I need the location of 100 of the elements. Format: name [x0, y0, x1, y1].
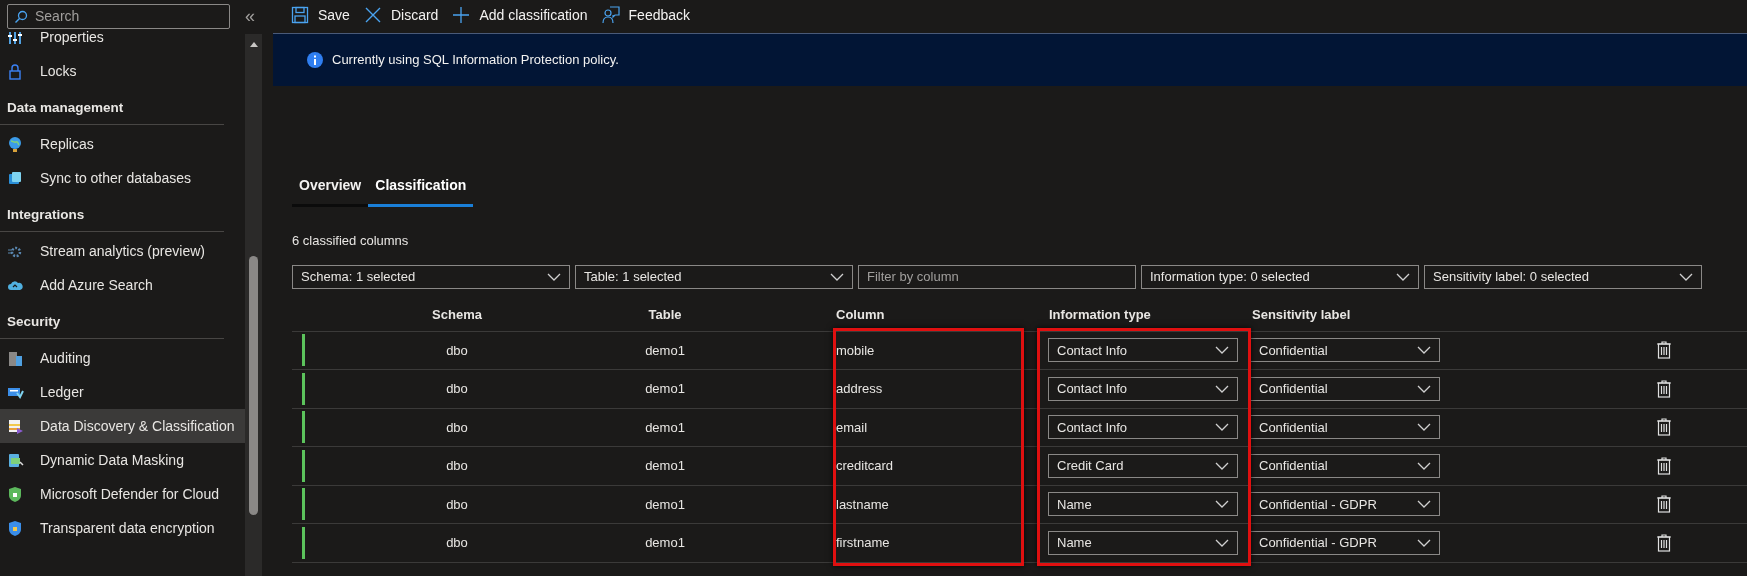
- sidebar-item[interactable]: Dynamic Data Masking: [0, 443, 245, 477]
- column-header: Information type: [1048, 305, 1152, 324]
- toolbar-button[interactable]: Add classification: [452, 4, 588, 26]
- table-cell-text: demo1: [644, 418, 686, 437]
- section-header: Integrations: [7, 205, 85, 224]
- delete-icon[interactable]: [1657, 379, 1671, 398]
- toolbar-button[interactable]: Discard: [363, 4, 439, 26]
- chevron-down-icon: [1215, 500, 1229, 509]
- sidebar-item[interactable]: Ledger: [0, 375, 245, 409]
- chevron-down-icon: [1417, 500, 1431, 509]
- section-header: Data management: [7, 98, 124, 117]
- table-icon: [7, 417, 24, 435]
- table-cell-text: dbo: [445, 341, 469, 360]
- filter-dropdown[interactable]: Sensitivity label: 0 selected: [1424, 264, 1702, 289]
- shield-icon: [7, 485, 24, 503]
- table-cell-text: dbo: [445, 418, 469, 437]
- sidebar-item[interactable]: Locks: [0, 54, 245, 88]
- table-cell-text: mobile: [835, 341, 876, 360]
- chevron-down-icon: [1417, 346, 1431, 355]
- summary-text: 6 classified columns: [292, 232, 410, 250]
- chevron-down-icon: [1215, 384, 1229, 393]
- tab[interactable]: Overview: [292, 167, 369, 207]
- chevron-down-icon: [1215, 538, 1229, 547]
- plus-icon: [452, 6, 471, 24]
- table-cell-text: demo1: [644, 341, 686, 360]
- delete-icon[interactable]: [1657, 341, 1671, 360]
- lock-icon: [7, 62, 24, 80]
- sidebar-item[interactable]: Add Azure Search: [0, 268, 245, 302]
- filter-dropdown[interactable]: Schema: 1 selected: [292, 264, 570, 289]
- dropdown[interactable]: Credit Card: [1048, 453, 1238, 478]
- dropdown[interactable]: Name: [1048, 492, 1238, 517]
- table-cell-text: dbo: [445, 495, 469, 514]
- table-cell-text: demo1: [644, 495, 686, 514]
- globe-icon: [7, 135, 24, 153]
- info-banner: Currently using SQL Information Protection policy.: [273, 33, 1747, 86]
- table-cell-text: firstname: [835, 534, 891, 552]
- dropdown[interactable]: Confidential - GDPR: [1250, 492, 1440, 517]
- dropdown[interactable]: Confidential - GDPR: [1250, 530, 1440, 555]
- info-icon: [307, 52, 323, 68]
- shield-icon: [7, 519, 24, 537]
- dropdown[interactable]: Confidential: [1250, 376, 1440, 401]
- delete-icon[interactable]: [1657, 418, 1671, 437]
- table-cell-text: creditcard: [835, 457, 895, 475]
- search-field[interactable]: Search: [7, 3, 230, 29]
- chevron-down-icon: [1215, 423, 1229, 432]
- scroll-thumb[interactable]: [249, 256, 258, 515]
- column-header: Column: [835, 305, 886, 324]
- feedback-icon: [601, 6, 620, 24]
- delete-icon[interactable]: [1657, 533, 1671, 552]
- table-cell-text: lastname: [835, 495, 890, 514]
- scroll-up-icon[interactable]: [250, 42, 258, 47]
- sync-icon: [7, 169, 24, 187]
- dropdown[interactable]: Contact Info: [1048, 338, 1238, 363]
- table-cell-text: dbo: [445, 457, 469, 475]
- dropdown[interactable]: Confidential: [1250, 338, 1440, 363]
- chevron-down-icon: [1417, 538, 1431, 547]
- section-header: Security: [7, 312, 61, 331]
- sidebar-item[interactable]: Replicas: [0, 127, 245, 161]
- chevron-down-icon: [1417, 461, 1431, 470]
- dropdown[interactable]: Name: [1048, 530, 1238, 555]
- sidebar-item[interactable]: Microsoft Defender for Cloud: [0, 477, 245, 511]
- column-header: Sensitivity label: [1251, 305, 1352, 324]
- scrollbar[interactable]: [245, 34, 262, 576]
- sidebar-item[interactable]: Auditing: [0, 341, 245, 375]
- sidebar-item[interactable]: Transparent data encryption: [0, 511, 245, 545]
- collapse-button[interactable]: «: [245, 7, 255, 25]
- table-cell-text: email: [835, 418, 869, 437]
- toolbar-button[interactable]: Feedback: [601, 4, 691, 26]
- chevron-down-icon: [1679, 272, 1693, 281]
- sidebar-item[interactable]: Data Discovery & Classification: [0, 409, 245, 443]
- delete-icon[interactable]: [1657, 456, 1671, 475]
- filter-field[interactable]: Filter by column: [858, 264, 1136, 289]
- save-icon: [291, 6, 309, 24]
- column-header: Table: [647, 305, 683, 324]
- filter-dropdown[interactable]: Table: 1 selected: [575, 264, 853, 289]
- dropdown[interactable]: Contact Info: [1048, 376, 1238, 401]
- delete-icon[interactable]: [1657, 495, 1671, 514]
- chevron-down-icon: [1417, 384, 1431, 393]
- chevron-down-icon: [547, 272, 561, 281]
- table-cell-text: demo1: [644, 457, 686, 475]
- chevron-down-icon: [1215, 461, 1229, 470]
- chevron-down-icon: [1215, 346, 1229, 355]
- toolbar-button[interactable]: Save: [291, 4, 350, 26]
- chevron-down-icon: [1417, 423, 1431, 432]
- dropdown[interactable]: Confidential: [1250, 415, 1440, 440]
- chevron-down-icon: [1396, 272, 1410, 281]
- dropdown[interactable]: Contact Info: [1048, 415, 1238, 440]
- filter-dropdown[interactable]: Information type: 0 selected: [1141, 264, 1419, 289]
- search-icon: [14, 9, 28, 24]
- dropdown[interactable]: Confidential: [1250, 453, 1440, 478]
- table-cell-text: dbo: [445, 380, 469, 398]
- close-icon: [363, 6, 382, 24]
- column-header: Schema: [431, 305, 483, 324]
- sidebar-item[interactable]: Stream analytics (preview): [0, 234, 245, 268]
- table-cell-text: demo1: [644, 380, 686, 398]
- table-cell-text: dbo: [445, 534, 469, 552]
- mask-icon: [7, 451, 24, 469]
- table-cell-text: address: [835, 380, 884, 398]
- tab[interactable]: Classification: [368, 167, 474, 207]
- sidebar-item[interactable]: Sync to other databases: [0, 161, 245, 195]
